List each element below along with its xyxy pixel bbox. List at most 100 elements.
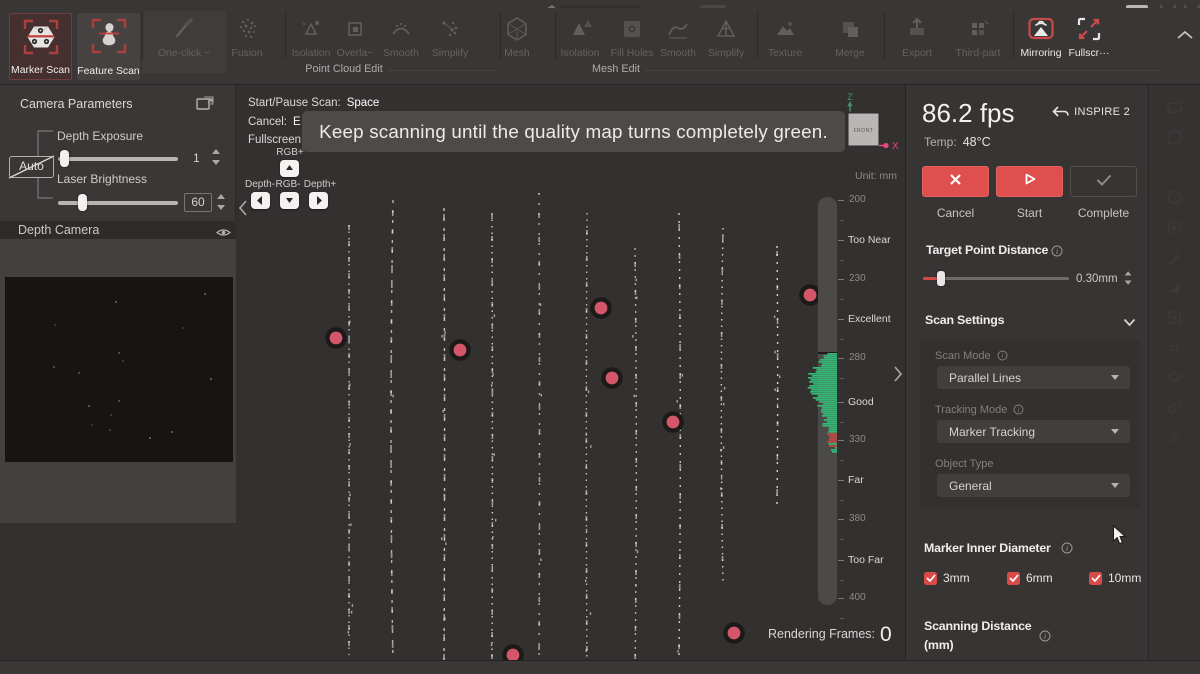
scale-tick bbox=[838, 440, 844, 441]
circle-select-icon[interactable] bbox=[1166, 189, 1183, 211]
start-button[interactable] bbox=[996, 166, 1063, 197]
rgb-minus-button[interactable] bbox=[280, 192, 299, 209]
depth-plus-button[interactable] bbox=[309, 192, 328, 209]
scale-minor-tick bbox=[840, 220, 844, 221]
tracking-mode-dropdown[interactable]: Marker Tracking bbox=[937, 420, 1130, 443]
ribbon-tool-export: Export bbox=[888, 11, 946, 67]
marker-diameter-info-icon[interactable]: i bbox=[1061, 542, 1073, 554]
scale-zone-label: Good bbox=[848, 396, 874, 408]
checkbox-label: 3mm bbox=[943, 571, 970, 585]
ribbon-tool-isolation: Isolation bbox=[551, 11, 609, 67]
depth-exposure-stepper[interactable] bbox=[212, 149, 221, 165]
crop-icon[interactable] bbox=[1166, 309, 1183, 331]
depth-exposure-thumb[interactable] bbox=[60, 150, 69, 167]
ribbon-tool-simplify: Simplify bbox=[697, 11, 755, 67]
device-link[interactable]: INSPIRE 2 bbox=[1052, 106, 1130, 118]
scale-minor-tick bbox=[840, 580, 844, 581]
target-point-distance-info-icon[interactable]: i bbox=[1051, 245, 1063, 257]
ribbon-separator bbox=[142, 12, 143, 59]
popout-window-icon[interactable] bbox=[195, 94, 215, 117]
shortcut-hint: Start/Pause Scan:Space bbox=[248, 94, 379, 113]
complete-button[interactable] bbox=[1070, 166, 1137, 197]
scale-zone-label: Far bbox=[848, 474, 864, 486]
svg-text:Z: Z bbox=[847, 92, 853, 102]
chevron-down-icon bbox=[1111, 375, 1119, 380]
orientation-gizmo[interactable]: FRONT Z X bbox=[841, 90, 906, 155]
tpd-slider-thumb[interactable] bbox=[937, 271, 945, 286]
laser-brightness-value[interactable]: 60 bbox=[184, 193, 212, 212]
rgb-plus-label: RGB+ bbox=[276, 147, 304, 158]
one-click-icon bbox=[170, 13, 198, 45]
scan-marker bbox=[449, 339, 471, 361]
laser-brightness-slider[interactable] bbox=[58, 201, 178, 205]
record-icon[interactable] bbox=[1166, 219, 1183, 241]
collapse-ribbon-chevron[interactable] bbox=[1176, 28, 1194, 46]
depth-camera-header[interactable]: Depth Camera bbox=[0, 221, 236, 239]
scale-value-label: 380 bbox=[849, 513, 866, 524]
temp-label: Temp: bbox=[924, 135, 957, 149]
scan-settings-collapse-chevron[interactable] bbox=[1123, 318, 1136, 327]
object-type-dropdown[interactable]: General bbox=[937, 474, 1130, 497]
collapse-left-panel-chevron[interactable] bbox=[238, 199, 248, 217]
marker-diameter-checkbox-6mm[interactable]: 6mm bbox=[1007, 571, 1053, 585]
svg-text:i: i bbox=[1066, 544, 1068, 553]
lasso-icon[interactable] bbox=[1166, 159, 1183, 181]
mesh-simplify-icon bbox=[712, 13, 740, 45]
scale-value-label: 280 bbox=[849, 352, 866, 363]
expand-right-panel-chevron[interactable] bbox=[893, 365, 903, 383]
laser-brightness-thumb[interactable] bbox=[78, 194, 87, 211]
depth-minus-button[interactable] bbox=[251, 192, 270, 209]
triangle-icon[interactable] bbox=[1166, 279, 1183, 301]
grid-icon[interactable] bbox=[1166, 339, 1183, 361]
rgb-plus-button[interactable] bbox=[280, 160, 299, 177]
depth-exposure-slider[interactable] bbox=[58, 157, 178, 161]
scale-value-label: 230 bbox=[849, 273, 866, 284]
device-name: INSPIRE 2 bbox=[1074, 106, 1130, 118]
fullscreen-icon bbox=[1074, 13, 1104, 45]
gear-icon[interactable] bbox=[1166, 429, 1183, 451]
rendering-frames-value: 0 bbox=[880, 623, 892, 646]
ribbon-tool-one-click: One-click ~ bbox=[142, 11, 226, 73]
marker-diameter-checkbox-3mm[interactable]: 3mm bbox=[924, 571, 970, 585]
target-point-distance-slider[interactable] bbox=[923, 277, 1069, 280]
scan-mode-tile-feature-scan[interactable]: Feature Scan bbox=[77, 13, 140, 80]
scanning-distance-info-icon[interactable]: i bbox=[1039, 630, 1051, 642]
scale-minor-tick bbox=[840, 460, 844, 461]
rendering-frames-label: Rendering Frames: bbox=[768, 627, 875, 641]
ribbon-separator bbox=[555, 12, 556, 59]
marker-diameter-checkbox-10mm[interactable]: 10mm bbox=[1089, 571, 1141, 585]
scan-marker bbox=[662, 411, 684, 433]
scan-control-panel: 86.2 fps INSPIRE 2 Temp:48°C CancelStart… bbox=[905, 85, 1148, 674]
checkbox-label: 10mm bbox=[1108, 571, 1141, 585]
cancel-button[interactable] bbox=[922, 166, 989, 197]
target-point-distance-stepper[interactable] bbox=[1125, 271, 1133, 285]
ribbon-tool-fullscr[interactable]: Fullscr··· bbox=[1060, 11, 1118, 67]
scan-mode-dropdown[interactable]: Parallel Lines bbox=[937, 366, 1130, 389]
auto-button[interactable]: Auto bbox=[9, 156, 54, 178]
depth-exposure-label: Depth Exposure bbox=[57, 129, 143, 143]
scan-viewport[interactable]: Start/Pause Scan:SpaceCancel:EFullscreen… bbox=[236, 85, 905, 674]
ribbon-tool-label: Fill Holes bbox=[611, 48, 654, 59]
layers-icon[interactable] bbox=[1166, 369, 1183, 391]
camera-parameters-title: Camera Parameters bbox=[20, 97, 133, 111]
export-icon bbox=[903, 13, 931, 45]
info-icon: i bbox=[1013, 404, 1024, 415]
laser-brightness-stepper[interactable] bbox=[217, 194, 226, 210]
scan-mode-tile-marker-scan[interactable]: Marker Scan bbox=[9, 13, 72, 80]
scale-tick bbox=[838, 319, 844, 320]
frame-icon[interactable] bbox=[1166, 129, 1183, 151]
smooth-icon bbox=[387, 13, 415, 45]
scale-tick bbox=[838, 402, 844, 403]
temp-value: 48°C bbox=[963, 135, 991, 149]
scan-marker bbox=[325, 327, 347, 349]
simplify-icon bbox=[436, 13, 464, 45]
ribbon-separator bbox=[884, 12, 885, 59]
ruler-icon[interactable] bbox=[1166, 399, 1183, 421]
plane-icon[interactable] bbox=[1166, 99, 1183, 121]
brush-icon[interactable] bbox=[1166, 249, 1183, 271]
merge-icon bbox=[836, 13, 864, 45]
info-icon: i bbox=[997, 350, 1008, 361]
ribbon-tool-label: Mirroring bbox=[1021, 48, 1062, 59]
ribbon-tool-label: One-click ~ bbox=[158, 48, 210, 59]
marker-inner-diameter-title: Marker Inner Diameter bbox=[924, 541, 1051, 555]
